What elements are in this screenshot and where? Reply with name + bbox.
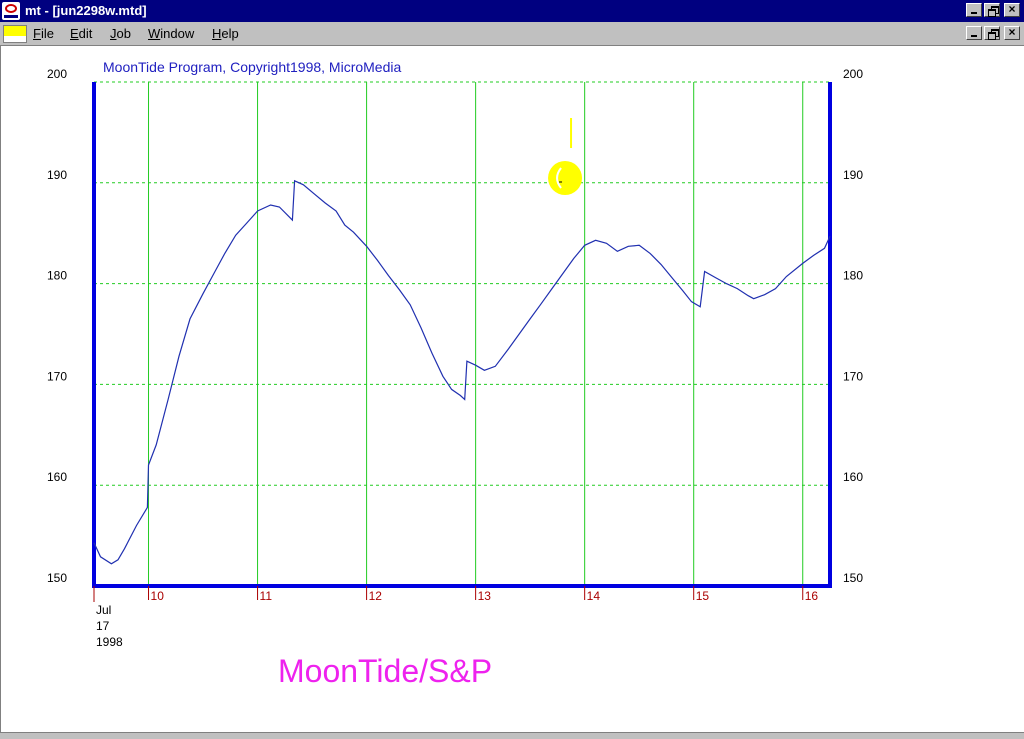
x-tick-label: 11 [260,589,273,603]
x-tick-label: 13 [478,589,492,603]
x-tick-label: 14 [587,589,601,603]
y-tick-label-left: 150 [47,571,67,585]
y-tick-label-left: 180 [47,269,67,283]
date-year: 1998 [96,635,123,649]
series-layer [93,179,831,565]
y-tick-label-right: 160 [843,470,863,484]
date-month: Jul [96,603,111,617]
plot-frame [92,82,832,588]
x-ticks: 10 11 12 13 14 15 16 [93,586,819,603]
x-tick-label: 15 [696,589,710,603]
y-tick-label-right: 170 [843,369,863,383]
y-tick-label-left: 160 [47,470,67,484]
x-tick-label: 10 [151,589,165,603]
y-tick-label-right: 150 [843,571,863,585]
y-ticks-right: 150 160 170 180 190 200 [843,67,863,585]
date-day: 17 [96,619,110,633]
y-tick-label-left: 200 [47,67,67,81]
y-tick-label-left: 170 [47,369,67,383]
y-tick-label-right: 200 [843,67,863,81]
price-series-line [93,179,831,565]
moontide-chart: 150 160 170 180 190 200 150 160 170 180 190 200 10… [47,59,863,689]
x-tick-label: 12 [369,589,383,603]
y-ticks-left: 150 160 170 180 190 200 [47,67,67,585]
y-tick-label-right: 180 [843,269,863,283]
y-tick-label-right: 190 [843,168,863,182]
moon-phase-icon [548,161,583,195]
y-tick-label-left: 190 [47,168,67,182]
x-tick-label: 16 [805,589,819,603]
chart-watermark: MoonTide/S&P [278,653,492,689]
chart-subtitle: MoonTide Program, Copyright1998, MicroMe… [103,59,401,75]
grid-lines [94,81,830,586]
moon-phase-marker [548,118,583,195]
